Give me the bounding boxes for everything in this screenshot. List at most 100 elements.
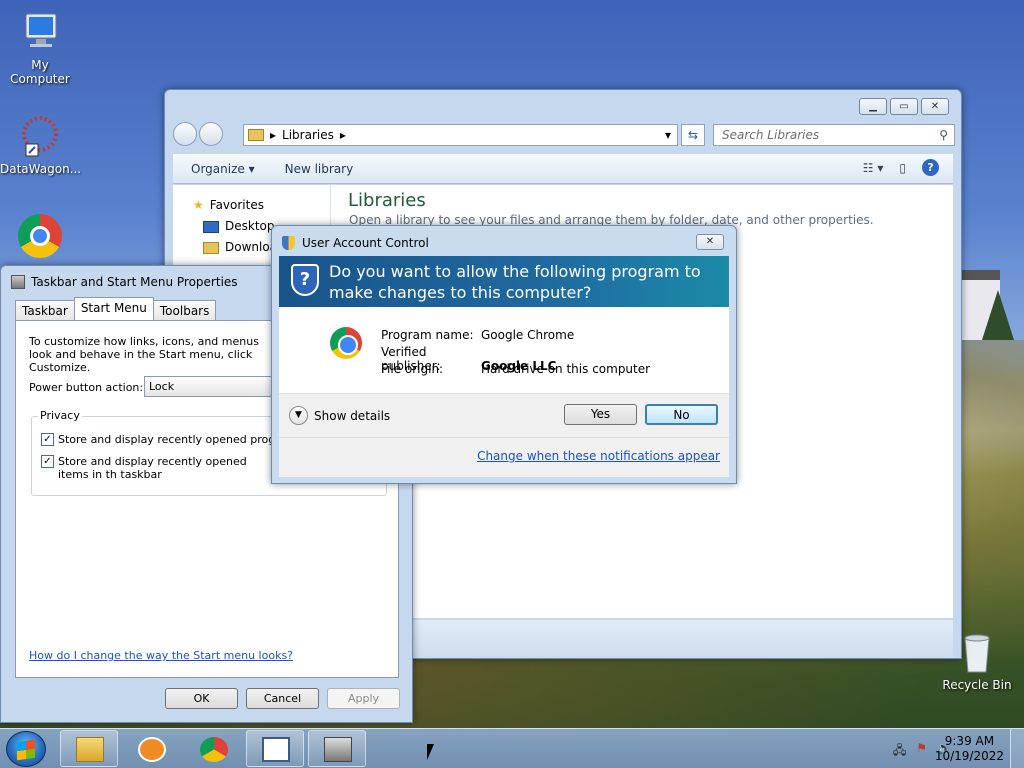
- file-origin-row: File origin: Hard drive on this computer: [381, 362, 650, 376]
- power-button-select[interactable]: Lock: [144, 376, 284, 397]
- uac-dialog: User Account Control ✕ ? Do you want to …: [271, 225, 737, 484]
- address-bar[interactable]: ▸ Libraries ▸ ▾: [243, 124, 678, 146]
- desktop-icon-chrome[interactable]: [0, 214, 80, 262]
- checkbox-label: Store and display recently opened items …: [58, 455, 247, 481]
- shield-icon: [282, 236, 295, 250]
- wallpaper-tree: [982, 290, 1014, 340]
- uac-header: ? Do you want to allow the following pro…: [279, 256, 729, 307]
- desktop-icon-label: Recycle Bin: [942, 678, 1012, 692]
- apply-button[interactable]: Apply: [327, 688, 400, 709]
- chrome-icon: [18, 214, 62, 258]
- taskbar-chrome[interactable]: [184, 730, 242, 767]
- star-icon: ★: [193, 198, 204, 212]
- program-name-row: Program name: Google Chrome: [381, 328, 574, 342]
- forward-button[interactable]: [199, 122, 223, 146]
- uac-shield-icon: ?: [291, 264, 319, 296]
- chevron-down-icon: ▼: [289, 406, 308, 425]
- network-icon[interactable]: 🖧: [893, 741, 906, 762]
- preview-pane-icon[interactable]: ▯: [899, 161, 906, 175]
- no-button[interactable]: No: [645, 404, 718, 425]
- show-desktop-button[interactable]: [1010, 729, 1024, 768]
- desktop-icon-datawagon[interactable]: DataWagon...: [0, 114, 82, 176]
- breadcrumb-libraries[interactable]: Libraries: [282, 128, 334, 142]
- uac-program-info: Program name: Google Chrome Verified publ…: [279, 307, 729, 393]
- tab-start-menu[interactable]: Start Menu: [73, 297, 154, 320]
- windows-logo-icon: [17, 739, 35, 761]
- nav-favorites[interactable]: ★ Favorites: [173, 195, 330, 216]
- window-controls: ▁ ▭ ✕: [859, 98, 949, 115]
- search-placeholder: Search Libraries: [722, 128, 820, 142]
- desktop-icon-my-computer[interactable]: My Computer: [0, 10, 80, 86]
- uac-title: User Account Control: [302, 236, 429, 250]
- tab-toolbars[interactable]: Toolbars: [152, 300, 217, 320]
- uac-actions: ▼ Show details Yes No: [279, 393, 729, 437]
- start-button[interactable]: [6, 731, 46, 767]
- taskbar-settings-icon: [324, 737, 352, 762]
- address-dropdown-icon[interactable]: ▾: [665, 128, 671, 142]
- tab-taskbar[interactable]: Taskbar: [15, 300, 75, 320]
- command-bar: Organize ▾ New library ☷ ▾ ▯ ?: [173, 154, 953, 184]
- cancel-button[interactable]: Cancel: [246, 688, 319, 709]
- taskbar-window-2[interactable]: [246, 730, 304, 767]
- ok-button[interactable]: OK: [165, 688, 238, 709]
- folder-icon: [203, 241, 219, 254]
- clock[interactable]: 9:39 AM 10/19/2022: [935, 734, 1004, 764]
- new-library-button[interactable]: New library: [285, 162, 354, 176]
- checkbox-checked-icon: ✓: [41, 433, 54, 446]
- breadcrumb-arrow-icon: ▸: [339, 128, 346, 142]
- privacy-legend: Privacy: [38, 409, 82, 422]
- chrome-icon: [330, 327, 362, 359]
- field-value: Google Chrome: [481, 328, 575, 342]
- organize-menu[interactable]: Organize ▾: [191, 162, 255, 176]
- desktop-icon-label: My Computer: [10, 58, 70, 86]
- action-center-icon[interactable]: ⚑: [916, 741, 927, 762]
- help-link-wrap: How do I change the way the Start menu l…: [29, 648, 293, 662]
- chrome-icon: [200, 737, 228, 762]
- desktop-icon-label: DataWagon...: [0, 162, 82, 176]
- refresh-button[interactable]: ⇆: [681, 124, 705, 146]
- taskbar-explorer[interactable]: [60, 730, 118, 767]
- minimize-button[interactable]: ▁: [859, 98, 887, 115]
- folder-icon: [76, 737, 104, 762]
- datawagon-icon: [18, 114, 62, 158]
- uac-link-row: Change when these notifications appear: [279, 437, 729, 477]
- show-details-toggle[interactable]: ▼ Show details: [289, 406, 390, 425]
- help-icon[interactable]: ?: [922, 159, 939, 176]
- search-input[interactable]: Search Libraries ⚲: [713, 124, 955, 146]
- organize-label: Organize: [191, 161, 245, 176]
- library-folder-icon: [248, 129, 264, 141]
- uac-question: Do you want to allow the following progr…: [329, 262, 701, 302]
- taskbar-properties[interactable]: [308, 730, 366, 767]
- taskbar-media-player[interactable]: [122, 730, 180, 767]
- library-heading: Libraries: [348, 190, 426, 211]
- field-key: Program name:: [381, 328, 474, 342]
- recent-items-checkbox[interactable]: ✓ Store and display recently opened item…: [41, 455, 271, 481]
- window-icon: [262, 737, 290, 762]
- close-button[interactable]: ✕: [696, 234, 724, 250]
- close-button[interactable]: ✕: [921, 98, 949, 115]
- computer-icon: [18, 10, 62, 54]
- clock-time: 9:39 AM: [944, 734, 995, 748]
- navigation-bar: ▸ Libraries ▸ ▾ ⇆ Search Libraries ⚲: [173, 120, 955, 148]
- change-view-icon[interactable]: ☷ ▾: [863, 161, 884, 175]
- start-menu-description: To customize how links, icons, and menus…: [29, 335, 259, 374]
- start-menu-help-link[interactable]: How do I change the way the Start menu l…: [29, 649, 293, 662]
- show-details-label: Show details: [314, 408, 391, 423]
- taskbar-properties-icon: [11, 275, 25, 289]
- desktop-icon: [203, 220, 219, 233]
- maximize-button[interactable]: ▭: [890, 98, 918, 115]
- taskbar: 🖧 ⚑ 🔈 9:39 AM 10/19/2022: [0, 728, 1024, 768]
- mouse-cursor-icon: [427, 744, 434, 760]
- yes-button[interactable]: Yes: [564, 404, 637, 425]
- view-controls: ☷ ▾ ▯ ?: [863, 159, 939, 176]
- field-value: Hard drive on this computer: [481, 362, 651, 376]
- nav-label: Favorites: [209, 198, 264, 212]
- search-icon[interactable]: ⚲: [939, 125, 948, 145]
- checkbox-checked-icon: ✓: [41, 455, 54, 468]
- dialog-title: Taskbar and Start Menu Properties: [31, 275, 238, 289]
- power-button-label: Power button action:: [29, 381, 144, 394]
- clock-date: 10/19/2022: [934, 749, 1004, 763]
- back-button[interactable]: [173, 122, 197, 146]
- notification-settings-link[interactable]: Change when these notifications appear: [477, 449, 720, 463]
- recent-programs-checkbox[interactable]: ✓ Store and display recently opened prog…: [41, 433, 309, 446]
